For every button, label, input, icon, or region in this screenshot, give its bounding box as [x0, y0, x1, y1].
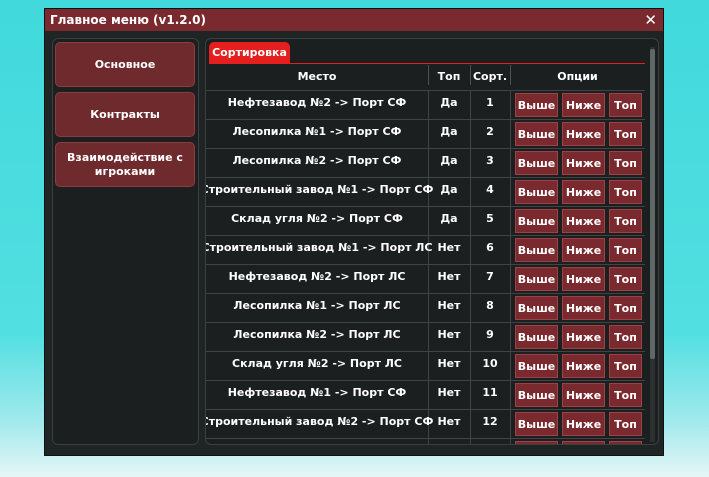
move-top-button[interactable]: Топ: [609, 296, 642, 320]
header-options: Опции: [557, 70, 598, 83]
move-top-button[interactable]: Топ: [609, 93, 642, 117]
move-down-button[interactable]: Ниже: [562, 122, 605, 146]
move-top-button[interactable]: Топ: [609, 209, 642, 233]
move-up-button[interactable]: Выше: [515, 122, 558, 146]
row-sort-index: 8: [486, 298, 494, 312]
move-up-button[interactable]: Выше: [515, 267, 558, 291]
row-sort-index: 7: [486, 269, 494, 283]
row-top-flag: Нет: [437, 269, 461, 283]
row-top-flag: Нет: [437, 356, 461, 370]
move-down-button[interactable]: Ниже: [562, 151, 605, 175]
move-top-button[interactable]: Топ: [609, 412, 642, 436]
row-sort-index: 12: [482, 414, 498, 428]
row-sort-index: 6: [486, 240, 494, 254]
row-sort-index: 5: [486, 211, 494, 225]
row-sort-index: 1: [486, 95, 494, 109]
move-up-button[interactable]: Выше: [515, 296, 558, 320]
row-place: Нефтезавод №1 -> Порт СФ: [227, 385, 407, 399]
move-top-button[interactable]: Топ: [609, 180, 642, 204]
tab-underline: [209, 63, 645, 64]
row-place: Строительный завод №1 -> Порт ЛС: [205, 240, 433, 254]
row-top-flag: Нет: [437, 240, 461, 254]
main-menu-window: Главное меню (v1.2.0) ✕ Основное Контрак…: [44, 8, 664, 456]
header-sort: Сорт.: [472, 70, 508, 83]
row-place: Лесопилка №2 -> Порт СФ: [232, 153, 402, 167]
row-sort-index: 2: [486, 124, 494, 138]
row-top-flag: Нет: [437, 327, 461, 341]
move-top-button[interactable]: Топ: [609, 151, 642, 175]
row-place: Лесопилка №1 -> Порт СФ: [232, 124, 402, 138]
move-down-button[interactable]: Ниже: [562, 93, 605, 117]
move-up-button[interactable]: Выше: [515, 209, 558, 233]
option-button-partial[interactable]: [609, 441, 642, 444]
move-top-button[interactable]: Топ: [609, 122, 642, 146]
row-divider: [206, 438, 645, 439]
sidebar-item-player-interaction[interactable]: Взаимодействие с игроками: [55, 142, 195, 187]
header-divider: [510, 65, 511, 85]
move-down-button[interactable]: Ниже: [562, 238, 605, 262]
window-title: Главное меню (v1.2.0): [50, 13, 207, 27]
row-top-flag: Да: [440, 124, 458, 138]
move-top-button[interactable]: Топ: [609, 238, 642, 262]
move-down-button[interactable]: Ниже: [562, 325, 605, 349]
move-down-button[interactable]: Ниже: [562, 180, 605, 204]
row-sort-index: 11: [482, 385, 498, 399]
row-place: Лесопилка №1 -> Порт ЛС: [233, 298, 401, 312]
move-up-button[interactable]: Выше: [515, 180, 558, 204]
row-sort-index: 3: [486, 153, 494, 167]
move-up-button[interactable]: Выше: [515, 412, 558, 436]
row-top-flag: Да: [440, 211, 458, 225]
close-icon[interactable]: ✕: [644, 11, 657, 29]
move-down-button[interactable]: Ниже: [562, 296, 605, 320]
move-down-button[interactable]: Ниже: [562, 412, 605, 436]
move-up-button[interactable]: Выше: [515, 383, 558, 407]
sidebar: Основное Контракты Взаимодействие с игро…: [52, 38, 199, 445]
move-up-button[interactable]: Выше: [515, 325, 558, 349]
row-top-flag: Нет: [437, 298, 461, 312]
move-down-button[interactable]: Ниже: [562, 267, 605, 291]
tab-sorting[interactable]: Сортировка: [209, 42, 290, 63]
row-top-flag: Да: [440, 95, 458, 109]
column-divider: [510, 91, 511, 444]
move-up-button[interactable]: Выше: [515, 151, 558, 175]
row-top-flag: Да: [440, 153, 458, 167]
move-top-button[interactable]: Топ: [609, 383, 642, 407]
move-down-button[interactable]: Ниже: [562, 209, 605, 233]
header-divider: [428, 65, 429, 85]
sidebar-item-contracts[interactable]: Контракты: [55, 92, 195, 137]
row-place: Лесопилка №2 -> Порт ЛС: [233, 327, 401, 341]
option-button-partial[interactable]: [562, 441, 605, 444]
move-top-button[interactable]: Топ: [609, 325, 642, 349]
row-sort-index: 4: [486, 182, 494, 196]
row-place: Нефтезавод №2 -> Порт ЛС: [228, 269, 406, 283]
option-button-partial[interactable]: [515, 441, 558, 444]
row-top-flag: Да: [440, 182, 458, 196]
move-down-button[interactable]: Ниже: [562, 383, 605, 407]
row-sort-index: 10: [482, 356, 498, 370]
header-place: Место: [297, 70, 337, 83]
row-top-flag: Нет: [437, 385, 461, 399]
move-up-button[interactable]: Выше: [515, 238, 558, 262]
sidebar-item-main[interactable]: Основное: [55, 42, 195, 87]
header-divider: [470, 65, 471, 85]
row-place: Склад угля №2 -> Порт СФ: [231, 211, 403, 225]
title-bar[interactable]: Главное меню (v1.2.0) ✕: [45, 9, 663, 31]
row-place: Склад угля №2 -> Порт ЛС: [232, 356, 402, 370]
row-place: Строительный завод №1 -> Порт СФ: [205, 182, 434, 196]
row-place: Строительный завод №2 -> Порт СФ: [205, 414, 434, 428]
content-panel: Сортировка Место Топ Сорт. Опции Нефтеза…: [205, 38, 659, 445]
row-top-flag: Нет: [437, 414, 461, 428]
row-place: Нефтезавод №2 -> Порт СФ: [227, 95, 407, 109]
move-down-button[interactable]: Ниже: [562, 354, 605, 378]
row-sort-index: 9: [486, 327, 494, 341]
move-up-button[interactable]: Выше: [515, 354, 558, 378]
move-top-button[interactable]: Топ: [609, 354, 642, 378]
move-up-button[interactable]: Выше: [515, 93, 558, 117]
move-top-button[interactable]: Топ: [609, 267, 642, 291]
scrollbar-thumb[interactable]: [650, 49, 655, 359]
header-top: Топ: [437, 70, 461, 83]
